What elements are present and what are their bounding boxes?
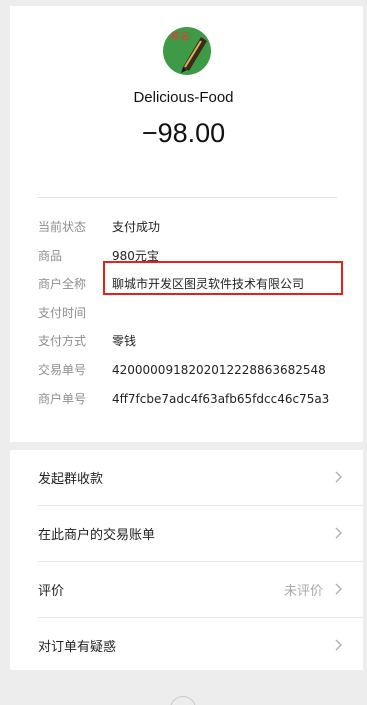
merchant-avatar: 茶名 xyxy=(163,27,211,75)
menu-item-order-question[interactable]: 对订单有疑惑 xyxy=(10,618,363,674)
review-status: 未评价 xyxy=(283,584,323,599)
menu-item-merchant-bills[interactable]: 在此商户的交易账单 xyxy=(10,506,363,562)
chevron-right-icon xyxy=(335,527,343,539)
chevron-right-icon xyxy=(335,583,343,595)
detail-value: 支付成功 xyxy=(112,220,161,234)
detail-value: 零钱 xyxy=(112,334,137,348)
detail-label: 当前状态 xyxy=(38,220,87,234)
detail-row-merchant-order-id: 商户单号 4ff7fcbe7adc4f63afb65fdcc46c75a3 xyxy=(38,389,358,409)
menu-item-label: 发起群收款 xyxy=(38,472,104,487)
bottom-circle-icon[interactable] xyxy=(170,696,196,705)
detail-row-status: 当前状态 支付成功 xyxy=(38,217,358,237)
menu-item-review[interactable]: 评价 未评价 xyxy=(10,562,363,618)
detail-value[interactable]: 4ff7fcbe7adc4f63afb65fdcc46c75a3 xyxy=(112,389,329,409)
detail-label: 支付时间 xyxy=(38,306,87,320)
chevron-right-icon xyxy=(335,639,343,651)
detail-row-pay-method: 支付方式 零钱 xyxy=(38,331,358,351)
detail-label: 商户全称 xyxy=(38,277,87,291)
detail-label: 交易单号 xyxy=(38,363,87,377)
chevron-right-icon xyxy=(335,471,343,483)
detail-label: 支付方式 xyxy=(38,334,87,348)
highlight-box xyxy=(103,261,343,295)
divider xyxy=(37,197,337,198)
menu-item-label: 评价 xyxy=(38,584,65,599)
detail-row-transaction-id: 交易单号 4200000918202012228863682548 xyxy=(38,360,358,380)
menu-item-label: 对订单有疑惑 xyxy=(38,640,117,655)
detail-label: 商品 xyxy=(38,249,63,263)
pen-icon xyxy=(181,37,207,73)
actions-card: 发起群收款 在此商户的交易账单 评价 未评价 对订单有疑惑 xyxy=(10,450,363,670)
menu-item-group-collect[interactable]: 发起群收款 xyxy=(10,450,363,506)
menu-item-label: 在此商户的交易账单 xyxy=(38,528,156,543)
detail-label: 商户单号 xyxy=(38,392,87,406)
detail-row-pay-time: 支付时间 xyxy=(38,303,358,323)
merchant-name: Delicious-Food xyxy=(133,89,234,106)
detail-value[interactable]: 4200000918202012228863682548 xyxy=(112,360,326,380)
payment-amount: −98.00 xyxy=(141,118,226,148)
